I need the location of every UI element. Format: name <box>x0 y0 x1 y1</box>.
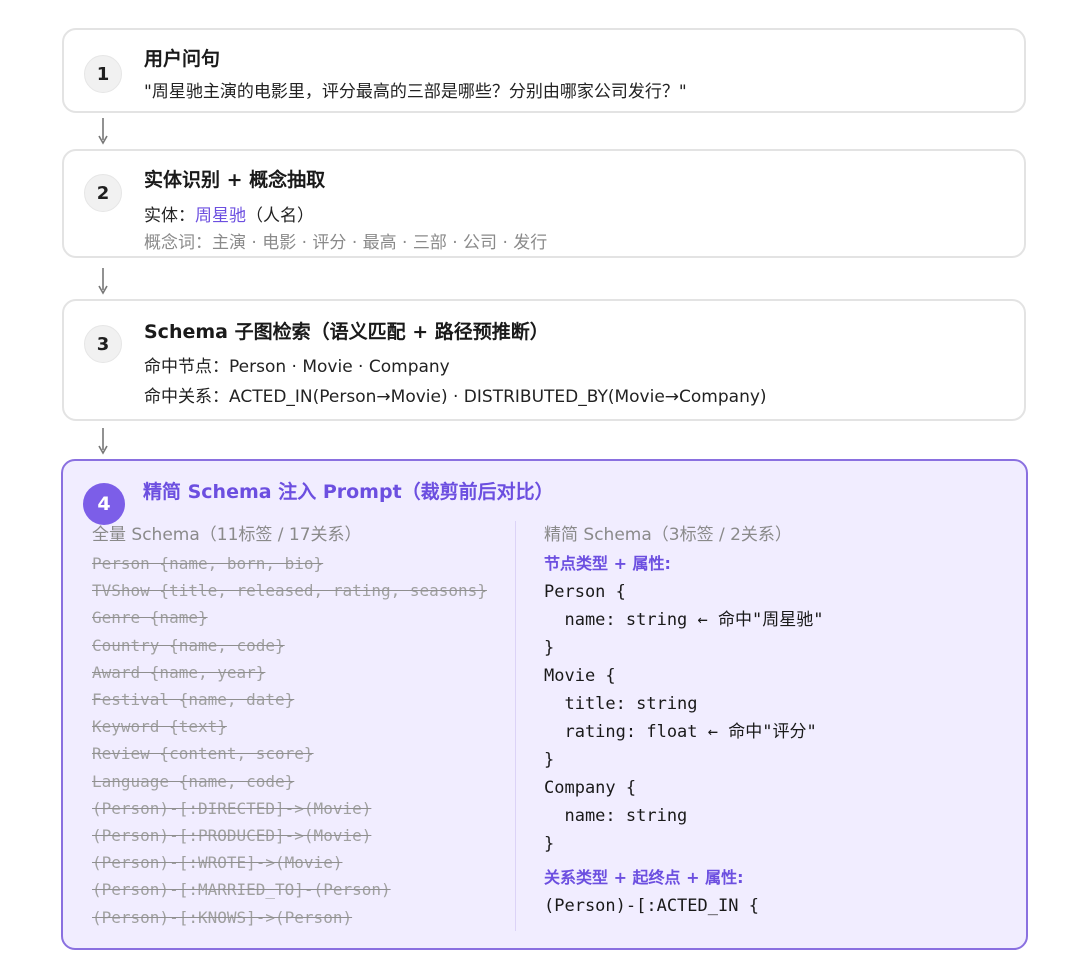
pruned-schema-item: Review {content, score} <box>92 744 314 764</box>
entity-name: 周星驰 <box>195 206 246 226</box>
schema-code-line: Movie { <box>544 666 616 686</box>
pruned-schema-item: Genre {name} <box>92 608 208 628</box>
entity-prefix: 实体： <box>144 206 195 226</box>
step-title: Schema 子图检索（语义匹配 + 路径预推断） <box>144 321 549 343</box>
matched-nodes: 命中节点：Person · Movie · Company <box>144 357 450 377</box>
down-arrow-icon <box>98 428 108 455</box>
schema-code-line: name: string <box>544 806 688 826</box>
pruned-schema-item: Award {name, year} <box>92 662 266 682</box>
step-title: 用户问句 <box>144 48 221 70</box>
concept-words: 概念词：主演 · 电影 · 评分 · 最高 · 三部 · 公司 · 发行 <box>144 233 548 253</box>
entity-line: 实体：周星驰（人名） <box>144 201 314 226</box>
schema-code-line: title: string <box>544 694 698 714</box>
schema-code-line: Company { <box>544 778 637 798</box>
pruned-schema-item: (Person)-[:PRODUCED]->(Movie) <box>92 826 372 846</box>
pruned-schema-item: Festival {name, date} <box>92 690 295 710</box>
schema-code-line: (Person)-[:ACTED_IN { <box>544 896 759 916</box>
pruned-schema-item: Language {name, code} <box>92 771 295 791</box>
pruned-schema-item: (Person)-[:WROTE]->(Movie) <box>92 853 343 873</box>
full-schema-header: 全量 Schema（11标签 / 17关系） <box>92 525 362 545</box>
slim-schema-header: 精简 Schema（3标签 / 2关系） <box>544 525 792 545</box>
relation-section-label: 关系类型 + 起终点 + 属性: <box>544 868 744 887</box>
full-schema-list: Person {name, born, bio} TVShow {title, … <box>92 550 542 931</box>
step-number-badge: 3 <box>84 325 122 363</box>
down-arrow-icon <box>98 118 108 145</box>
schema-code-line: } <box>544 750 555 770</box>
pruned-schema-item: (Person)-[:MARRIED_TO]-(Person) <box>92 880 391 900</box>
step-title: 实体识别 + 概念抽取 <box>144 169 326 191</box>
matched-relations: 命中关系：ACTED_IN(Person→Movie) · DISTRIBUTE… <box>144 387 767 407</box>
pruned-schema-item: (Person)-[:KNOWS]->(Person) <box>92 907 353 927</box>
step-number-badge: 2 <box>84 174 122 212</box>
step-card-1: 1 用户问句 "周星驰主演的电影里，评分最高的三部是哪些？分别由哪家公司发行？" <box>62 28 1026 113</box>
schema-code-line: rating: float ← 命中"评分" <box>544 722 817 742</box>
pruned-schema-item: (Person)-[:DIRECTED]->(Movie) <box>92 798 372 818</box>
pruned-schema-item: Keyword {text} <box>92 717 227 737</box>
step-card-2: 2 实体识别 + 概念抽取 实体：周星驰（人名） 概念词：主演 · 电影 · 评… <box>62 149 1026 258</box>
pruned-schema-item: Person {name, born, bio} <box>92 554 324 573</box>
schema-code-line: } <box>544 638 555 658</box>
step-card-4: 4 精简 Schema 注入 Prompt（裁剪前后对比） 全量 Schema（… <box>61 459 1028 950</box>
down-arrow-icon <box>98 268 108 295</box>
step-number-badge: 1 <box>84 55 122 93</box>
entity-suffix: （人名） <box>246 206 314 226</box>
schema-code-line: } <box>544 834 555 854</box>
slim-schema-list: 节点类型 + 属性: Person { name: string ← 命中"周星… <box>544 550 1004 920</box>
node-section-label: 节点类型 + 属性: <box>544 554 671 573</box>
user-question: "周星驰主演的电影里，评分最高的三部是哪些？分别由哪家公司发行？" <box>144 82 687 102</box>
step-title: 精简 Schema 注入 Prompt（裁剪前后对比） <box>143 481 554 503</box>
step-number-badge: 4 <box>83 483 125 525</box>
pruned-schema-item: TVShow {title, released, rating, seasons… <box>92 581 487 601</box>
schema-code-line: name: string ← 命中"周星驰" <box>544 610 824 630</box>
step-card-3: 3 Schema 子图检索（语义匹配 + 路径预推断） 命中节点：Person … <box>62 299 1026 421</box>
pruned-schema-item: Country {name, code} <box>92 635 285 655</box>
schema-code-line: Person { <box>544 582 626 602</box>
